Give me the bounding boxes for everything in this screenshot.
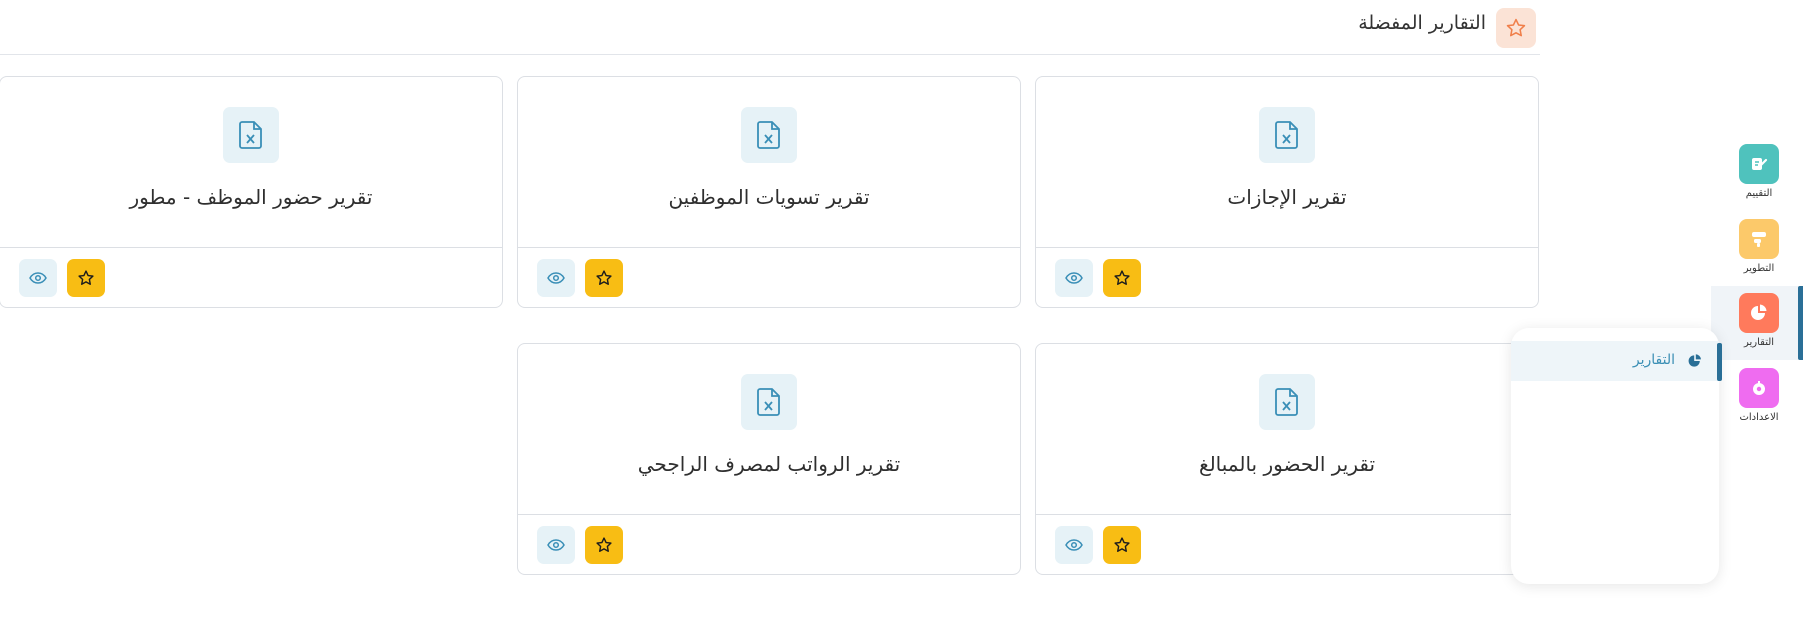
favorite-button[interactable]	[1103, 526, 1141, 564]
rail-item-development[interactable]: التطوير	[1724, 219, 1794, 274]
eye-icon	[547, 539, 565, 551]
report-card: تقرير الإجازات	[1035, 76, 1539, 308]
rail-item-reports[interactable]: التقارير	[1724, 293, 1794, 348]
view-report-button[interactable]	[19, 259, 57, 297]
favorites-panel: التقارير المفضلة تقرير الإجازات تقرير تس…	[0, 0, 1545, 608]
rail-label: التطوير	[1743, 263, 1775, 274]
excel-file-icon	[741, 107, 797, 163]
excel-file-icon	[1259, 107, 1315, 163]
star-icon	[78, 270, 94, 285]
report-card: تقرير حضور الموظف - مطور	[0, 76, 503, 308]
development-icon	[1739, 219, 1779, 259]
excel-file-icon	[741, 374, 797, 430]
report-title: تقرير تسويات الموظفين	[668, 185, 870, 209]
report-title: تقرير الحضور بالمبالغ	[1198, 452, 1376, 476]
favorite-button[interactable]	[585, 259, 623, 297]
reports-flyout-menu: التقارير	[1511, 328, 1722, 584]
eye-icon	[1065, 539, 1083, 551]
rail-active-indicator	[1798, 286, 1803, 360]
star-icon	[1114, 537, 1130, 552]
report-card: تقرير الرواتب لمصرف الراجحي	[517, 343, 1021, 575]
card-footer	[0, 247, 502, 307]
rail-item-evaluation[interactable]: التقييم	[1724, 144, 1794, 199]
report-title: تقرير الإجازات	[1227, 185, 1347, 209]
flyout-item-reports[interactable]: التقارير	[1511, 341, 1722, 381]
rail-label: الاعدادات	[1739, 412, 1779, 423]
card-footer	[518, 514, 1020, 574]
favorite-button[interactable]	[67, 259, 105, 297]
star-icon	[596, 537, 612, 552]
star-icon	[1114, 270, 1130, 285]
eye-icon	[1065, 272, 1083, 284]
star-icon	[596, 270, 612, 285]
rail-item-settings[interactable]: الاعدادات	[1724, 368, 1794, 423]
view-report-button[interactable]	[537, 259, 575, 297]
view-report-button[interactable]	[537, 526, 575, 564]
report-title: تقرير الرواتب لمصرف الراجحي	[637, 452, 901, 476]
settings-icon	[1739, 368, 1779, 408]
view-report-button[interactable]	[1055, 259, 1093, 297]
rail-label: التقييم	[1745, 188, 1773, 199]
report-card: تقرير تسويات الموظفين	[517, 76, 1021, 308]
evaluation-icon	[1739, 144, 1779, 184]
view-report-button[interactable]	[1055, 526, 1093, 564]
favorite-button[interactable]	[585, 526, 623, 564]
flyout-active-indicator	[1717, 343, 1722, 381]
flyout-item-label: التقارير	[1632, 352, 1675, 368]
eye-icon	[29, 272, 47, 284]
pie-chart-icon	[1685, 351, 1705, 371]
rail-label: التقارير	[1743, 337, 1775, 348]
excel-file-icon	[1259, 374, 1315, 430]
card-footer	[1036, 514, 1538, 574]
pie-chart-icon	[1739, 293, 1779, 333]
eye-icon	[547, 272, 565, 284]
card-footer	[1036, 247, 1538, 307]
favorite-button[interactable]	[1103, 259, 1141, 297]
excel-file-icon	[223, 107, 279, 163]
page-title: التقارير المفضلة	[1358, 12, 1486, 34]
report-card: تقرير الحضور بالمبالغ	[1035, 343, 1539, 575]
report-title: تقرير حضور الموظف - مطور	[129, 185, 373, 209]
card-footer	[518, 247, 1020, 307]
star-icon	[1496, 8, 1536, 48]
favorites-header: التقارير المفضلة	[0, 0, 1540, 55]
